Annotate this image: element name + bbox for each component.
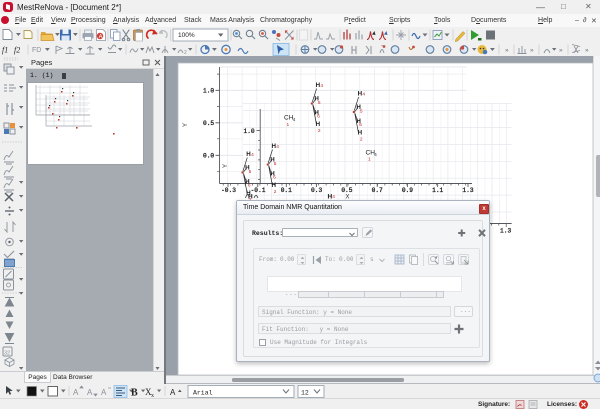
svg-text:A: A (87, 388, 93, 397)
svg-text:Y: Y (183, 123, 189, 127)
svg-text:5: 5 (274, 161, 277, 167)
svg-text:-0.1: -0.1 (251, 187, 266, 194)
svg-text:0.5: 0.5 (203, 120, 214, 127)
svg-text:5: 5 (360, 109, 363, 115)
svg-text:A: A (101, 388, 107, 397)
svg-text:2: 2 (360, 137, 363, 143)
svg-text:4: 4 (362, 91, 365, 97)
svg-text:6: 6 (359, 122, 362, 128)
svg-text:5: 5 (318, 100, 321, 106)
svg-text:A: A (99, 34, 103, 40)
svg-text:»: » (505, 47, 509, 54)
svg-text:1: 1 (368, 156, 371, 162)
svg-text:0.9: 0.9 (402, 187, 413, 194)
svg-text:H: H (358, 130, 363, 137)
svg-text:5: 5 (249, 169, 252, 175)
svg-text:Arial: Arial (193, 389, 213, 396)
svg-text:Y: Y (223, 164, 229, 168)
svg-text:»: » (559, 47, 563, 54)
svg-text:4: 4 (251, 152, 254, 158)
svg-text:FD: FD (32, 47, 41, 54)
svg-text:6: 6 (273, 175, 276, 181)
svg-text:1: 1 (287, 122, 290, 128)
svg-text:4: 4 (320, 83, 323, 89)
svg-text:f1: f1 (2, 46, 8, 55)
svg-text:»: » (530, 47, 534, 54)
svg-text:2: 2 (274, 189, 277, 195)
svg-text:1.3: 1.3 (462, 187, 473, 194)
svg-text:f2: f2 (14, 46, 20, 55)
svg-text:1.3: 1.3 (500, 227, 511, 234)
svg-text:H: H (316, 121, 321, 128)
svg-text:A: A (170, 388, 176, 397)
svg-text:2: 2 (318, 128, 321, 134)
svg-text:H: H (272, 182, 277, 189)
svg-text:0.1: 0.1 (281, 187, 292, 194)
svg-text:1.1: 1.1 (432, 187, 443, 194)
svg-text:12: 12 (301, 389, 309, 396)
svg-text:6: 6 (317, 114, 320, 120)
svg-text:1.0: 1.0 (244, 128, 255, 135)
svg-text:A: A (73, 388, 79, 397)
svg-text:100%: 100% (178, 32, 195, 39)
svg-text:4: 4 (276, 144, 279, 150)
svg-text:-0.3: -0.3 (221, 187, 236, 194)
svg-text:0.3: 0.3 (311, 187, 322, 194)
svg-text:B: B (131, 387, 138, 398)
svg-text:0.7: 0.7 (372, 187, 383, 194)
svg-text:0.0: 0.0 (203, 152, 214, 159)
svg-text:0.5: 0.5 (341, 187, 352, 194)
svg-text:6: 6 (248, 183, 251, 189)
svg-text:32: 32 (4, 351, 10, 357)
svg-text:»: » (585, 47, 589, 54)
svg-text:1.0: 1.0 (203, 87, 214, 94)
